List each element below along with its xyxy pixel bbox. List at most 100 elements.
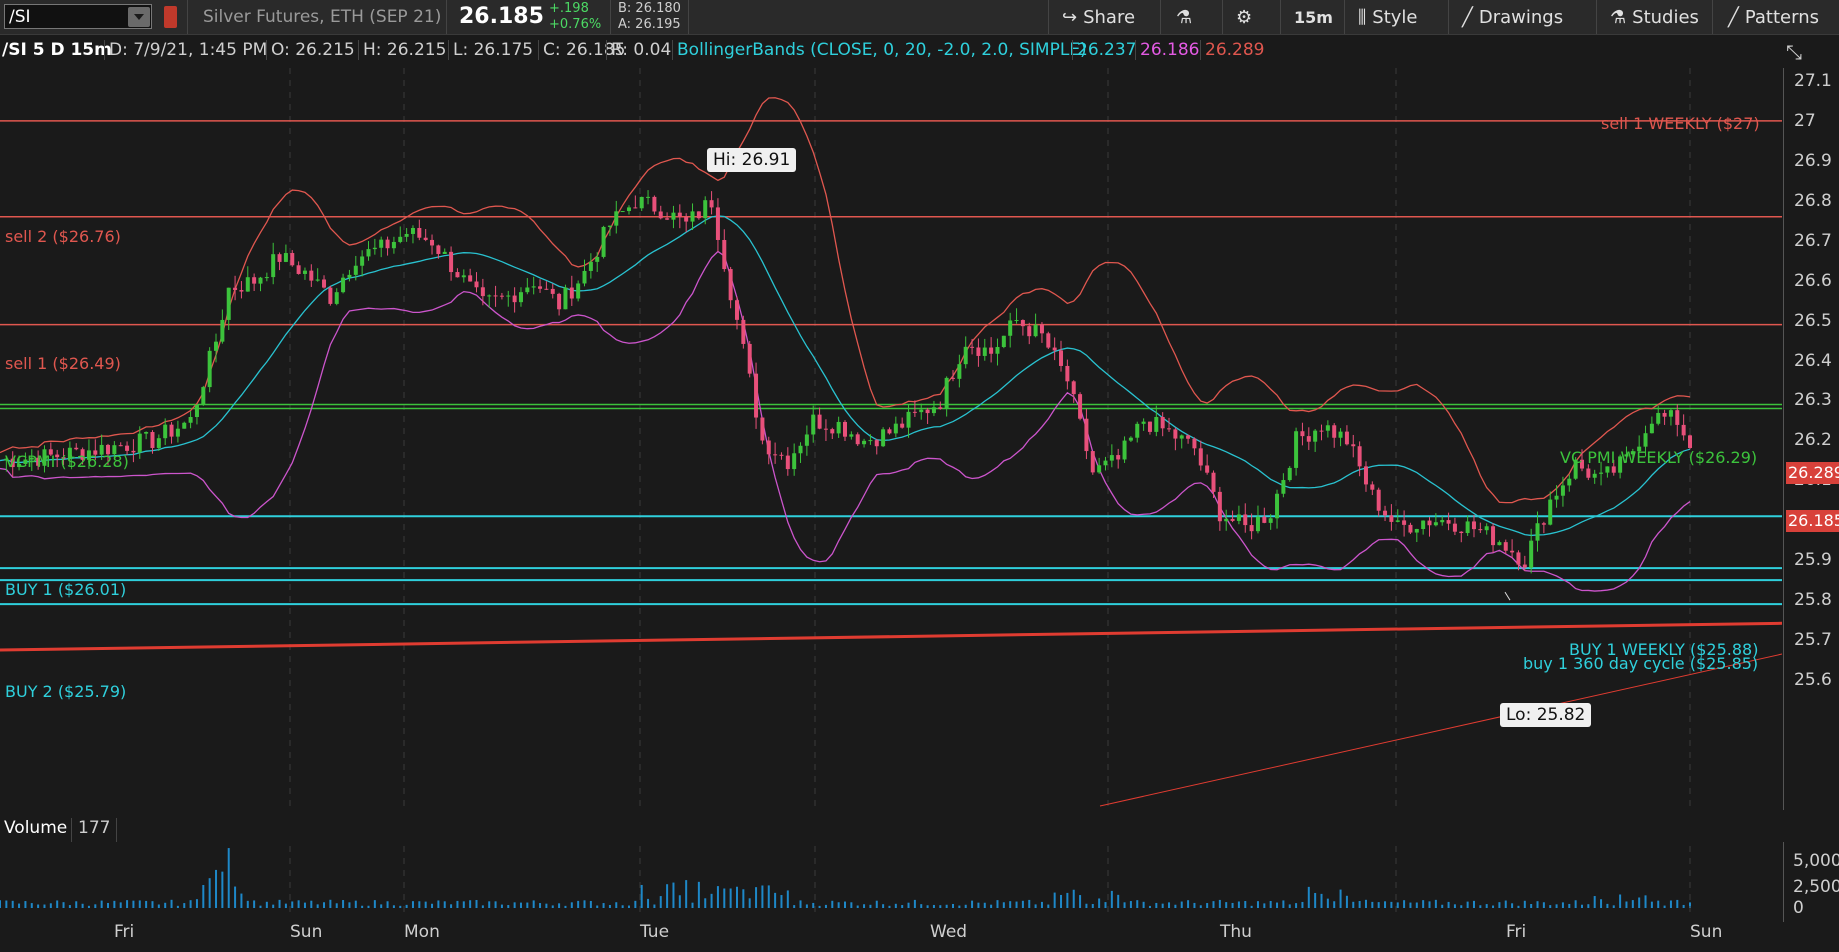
volume-bar [678,895,681,908]
volume-bar [1345,895,1348,908]
candle-body [690,211,695,222]
volume-bar [507,905,510,908]
timeframe-button[interactable]: 15m [1294,0,1333,34]
candle-body [779,454,784,456]
candle-body [785,455,790,470]
volume-bar [685,880,688,908]
volume-bar [183,903,186,908]
studies-icon: ⚗ [1610,6,1627,28]
volume-bar [113,900,116,908]
volume-bar [971,900,974,908]
volume-bar [1530,904,1533,908]
price-tick: 26.8 [1794,190,1832,211]
candle-body [709,200,714,208]
volume-chart[interactable] [0,846,1782,916]
price-tick: 26.5 [1794,310,1832,331]
volume-bar [1104,902,1107,908]
volume-bar [1263,903,1266,908]
candle-body [1427,520,1432,526]
candle-body [1287,467,1292,481]
candle-body [1198,448,1203,466]
flask-button[interactable]: ⚗ [1176,0,1192,34]
candle-body [639,196,644,209]
drawings-button[interactable]: ╱ Drawings [1462,0,1563,34]
symbol-dropdown-button[interactable] [128,7,150,27]
volume-bar [316,904,319,908]
volume-bar [1295,903,1298,908]
candle-body [760,417,765,441]
volume-bar [380,904,383,908]
settings-button[interactable]: ⚙ [1236,0,1252,34]
volume-bar [1117,894,1120,908]
volume-bar [837,902,840,908]
candle-body [277,254,282,262]
volume-bar [844,901,846,908]
volume-bar [208,878,211,908]
studies-button[interactable]: ⚗ Studies [1610,0,1699,34]
candle-body [1160,416,1165,429]
volume-bar [666,884,669,908]
candle-body [1421,520,1426,529]
volume-bar [710,893,713,908]
volume-bar [577,900,580,908]
study-name[interactable]: BollingerBands (CLOSE, 0, 20, -2.0, 2.0,… [672,40,1091,60]
candle-body [1465,521,1470,534]
volume-bar [164,902,167,908]
price-axis[interactable]: 27.1 27 26.9 26.8 26.7 26.6 26.5 26.4 26.3 26.2 26… [1783,68,1839,810]
candle-body [118,445,123,447]
candle-body [906,411,911,428]
level-label-buy1-cycle: buy 1 360 day cycle ($25.85) [1523,654,1759,673]
volume-bar [1231,902,1234,908]
volume-bar [1256,901,1259,908]
candle-body [1052,347,1057,351]
volume-bar [1276,902,1279,908]
volume-bar [748,898,751,908]
middle-bollinger-band [0,215,1691,537]
study-upper-value: 26.289 [1200,40,1268,60]
volume-bar [755,887,758,908]
volume-bar [1129,901,1132,908]
candle-body [741,319,746,344]
candle-body [1592,473,1597,478]
candle-body [404,233,409,237]
candle-body [1275,493,1280,519]
share-button[interactable]: ↪ Share [1062,0,1135,34]
candle-body [893,423,898,434]
expand-icon[interactable]: ⤡ [1786,40,1812,64]
patterns-button[interactable]: ╱ Patterns [1728,0,1819,34]
trend-line [0,621,1782,652]
candle-body [1020,320,1025,327]
volume-bar [297,900,300,908]
volume-bar [513,902,516,908]
candle-body [1167,428,1172,430]
volume-bar [1085,903,1088,908]
volume-bar [437,900,440,908]
candle-body [1249,525,1254,532]
volume-bar [1625,901,1628,908]
upper-bollinger-band [0,97,1691,504]
ask-value: A: 26.195 [618,17,681,32]
candle-body [150,432,155,448]
volume-bar [1441,904,1444,908]
candle-body [843,421,847,437]
volume-bar [1612,905,1615,908]
volume-bar [882,904,885,908]
style-button[interactable]: ⫼ Style [1358,0,1418,34]
candle-body [938,407,943,409]
volume-bar [1206,903,1209,908]
candle-body [499,295,504,297]
price-chart[interactable] [0,68,1782,810]
candle-body [525,287,530,293]
link-flag-icon[interactable] [164,6,177,28]
volume-bar [729,888,732,908]
candle-body [430,239,435,246]
candle-body [963,346,968,365]
candle-body [1497,542,1502,546]
candle-body [1363,466,1368,485]
candle-body [302,270,307,274]
volume-bar [11,900,14,908]
volume-bar [1047,904,1050,908]
candle-body [1433,522,1438,526]
volume-bar [100,900,103,908]
volume-bar [1320,893,1323,908]
